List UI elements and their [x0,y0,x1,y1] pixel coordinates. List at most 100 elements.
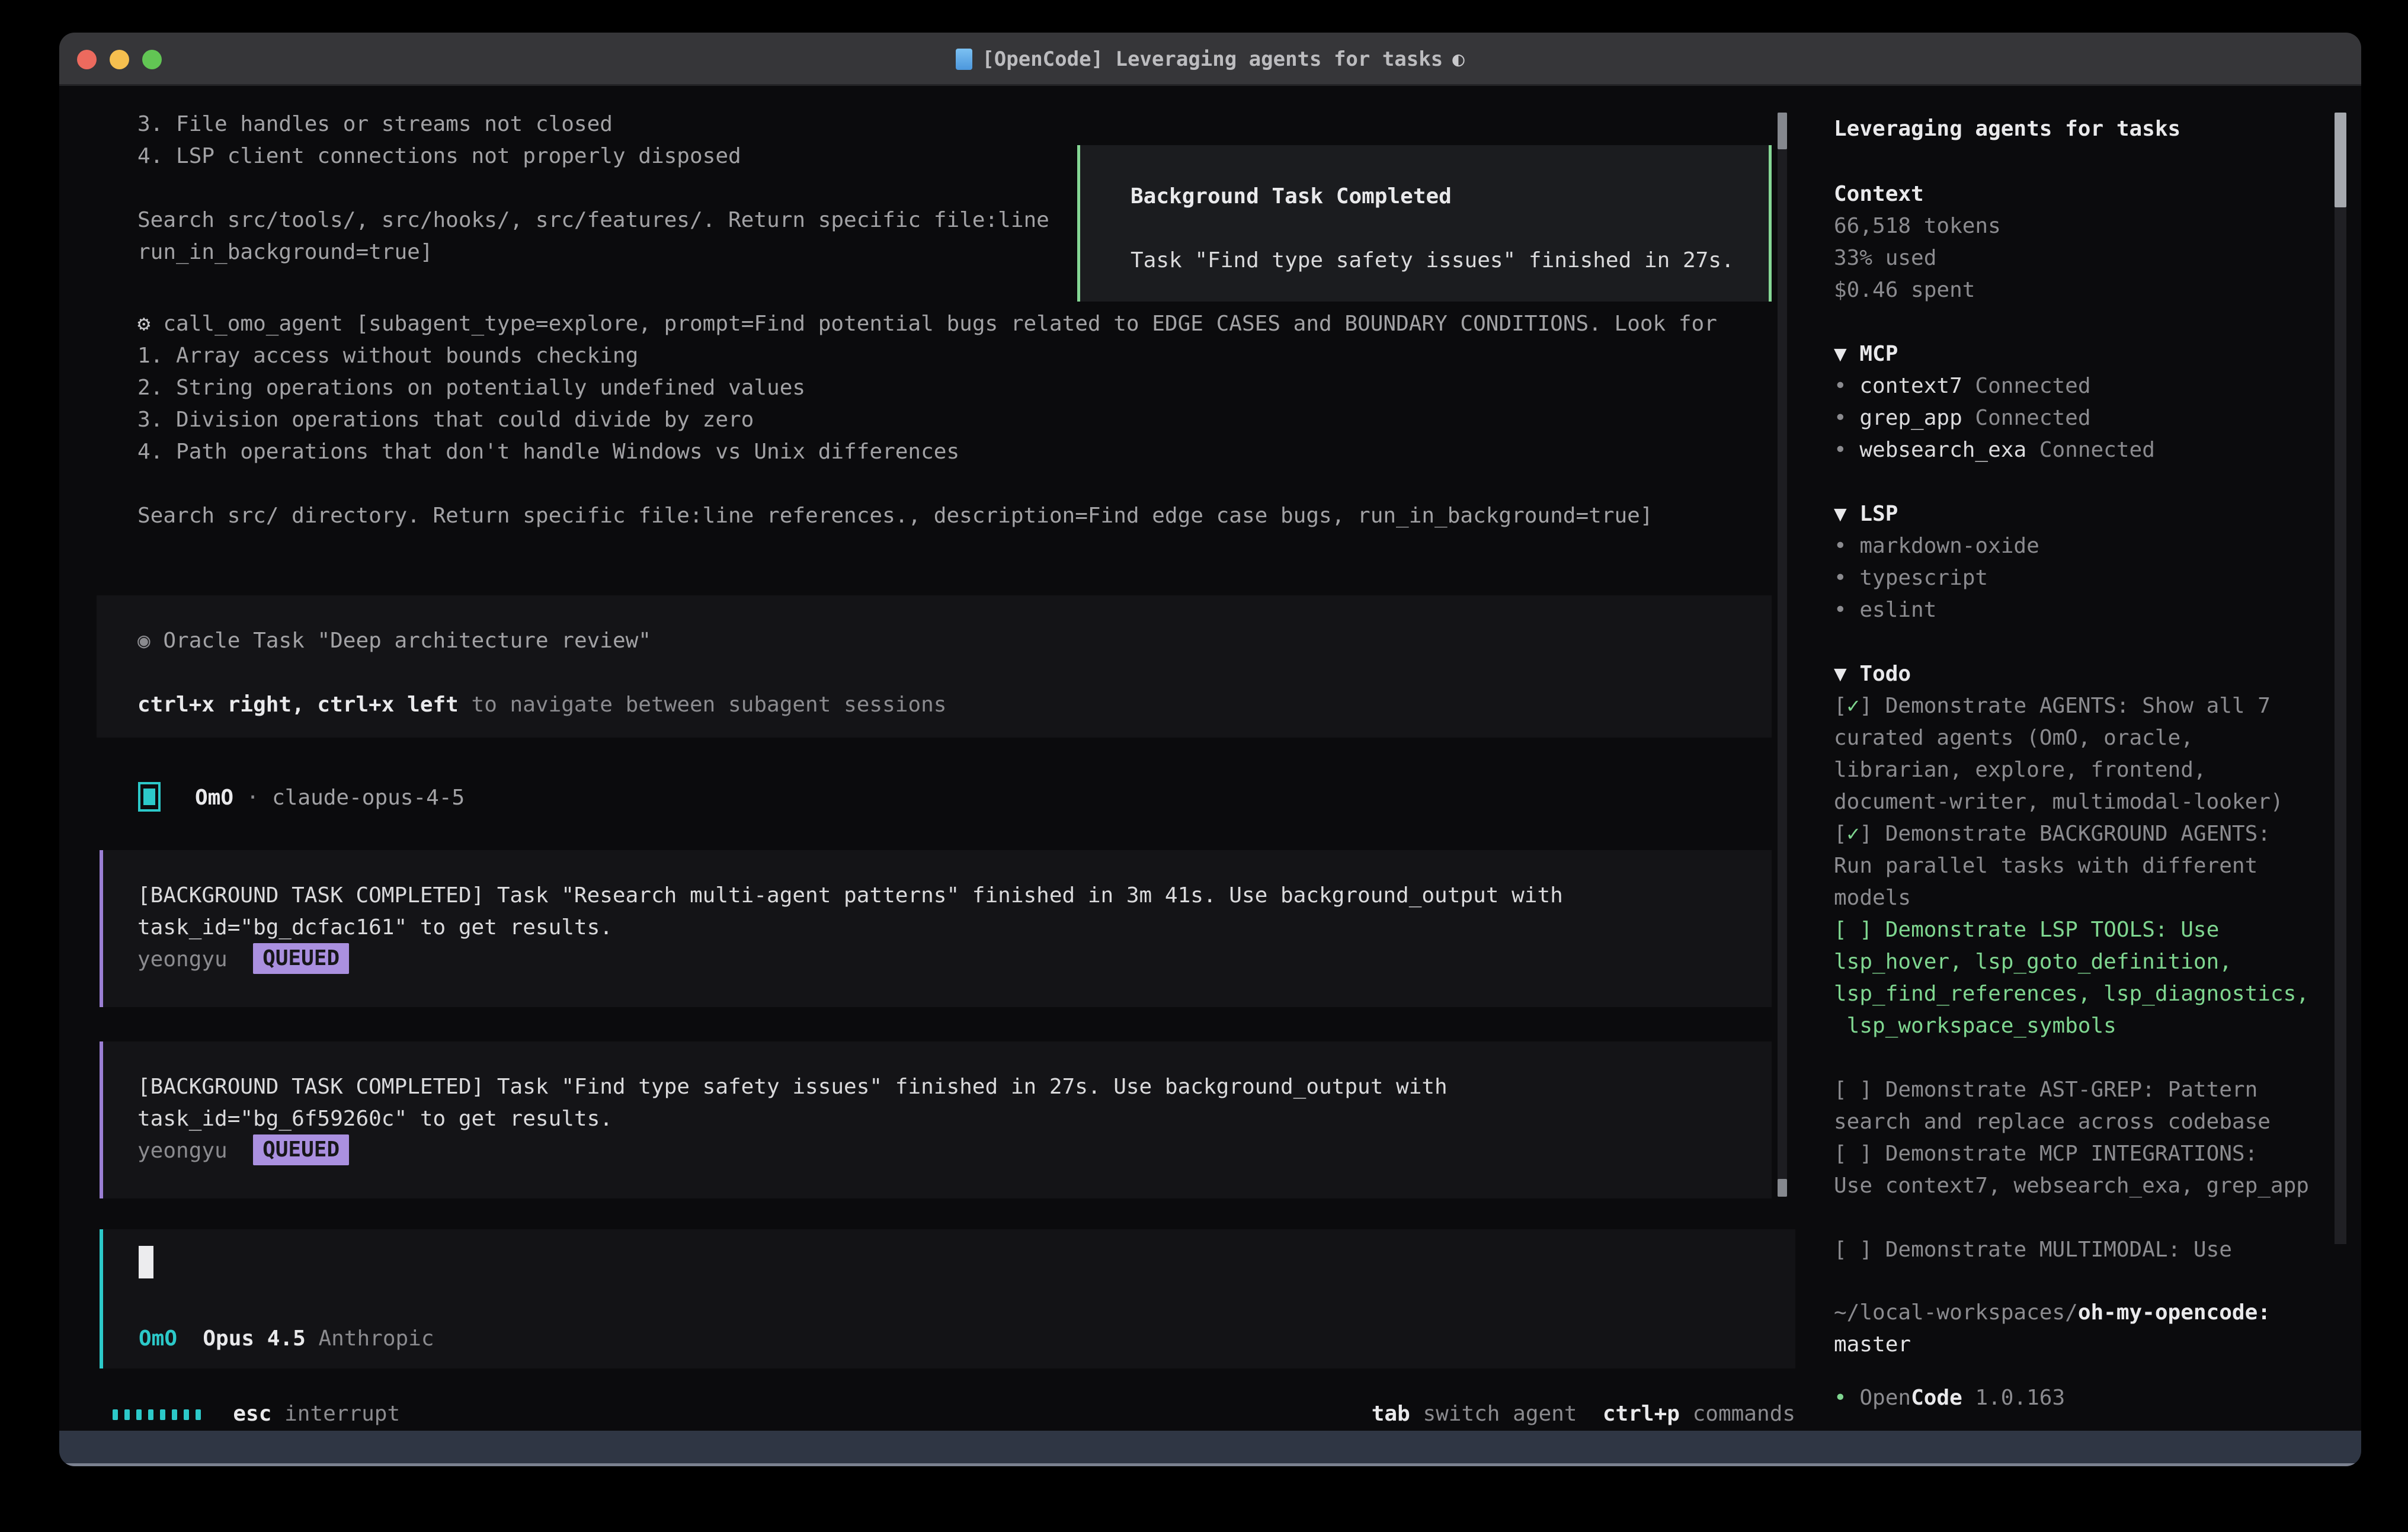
sidebar-scrollbar-thumb[interactable] [2335,113,2346,207]
esc-key-label: interrupt [271,1402,400,1426]
message-line: [BACKGROUND TASK COMPLETED] Task "Resear… [137,880,1772,912]
mcp-name: websearch_exa [1859,438,2026,462]
todo-item-line: [ ] Demonstrate LSP TOOLS: Use [1834,914,2309,946]
todo-item-line: [ ] Demonstrate AST-GREP: Pattern [1834,1074,2309,1106]
scrollback-line: 4. LSP client connections not properly d… [137,140,1049,172]
todo-text: Demonstrate MCP INTEGRATIONS: [1885,1142,2258,1166]
context-section: Context 66,518 tokens 33% used $0.46 spe… [1834,178,2001,306]
check-icon [1847,1142,1860,1166]
scrollback-line [137,172,1049,204]
context-tokens: 66,518 tokens [1834,210,2001,242]
scrollback-block: 3. File handles or streams not closed 4.… [137,108,1049,268]
record-icon: ◉ [137,629,150,653]
window-title: [OpenCode] Leveraging agents for tasks [982,47,1443,71]
checkbox-open: [ [1834,1142,1847,1166]
prompt-input[interactable]: OmO Opus 4.5 Anthropic [100,1229,1795,1368]
ctrlp-key-label: commands [1680,1402,1795,1426]
workspace-path: ~/local-workspaces/oh-my-opencode: [1834,1297,2271,1329]
status-left: esc interrupt [113,1398,400,1430]
mcp-item: • websearch_exa Connected [1834,434,2155,466]
todo-item-line: lsp_workspace_symbols [1834,1010,2309,1042]
mcp-status: Connected [1962,374,2091,398]
message-line: task_id="bg_dcfac161" to get results. [137,912,1772,944]
bullet-icon: • [1834,374,1859,398]
spacer-line [1834,1042,2309,1074]
version-line: • OpenCode 1.0.163 [1834,1382,2065,1414]
author-label: yeongyu [137,1139,228,1163]
message-meta-line: yeongyu QUEUED [137,944,1772,976]
toast-body: Task "Find type safety issues" finished … [1131,245,1734,277]
toast-notification[interactable]: Background Task Completed Task "Find typ… [1077,145,1772,302]
spinner-icon [113,1402,207,1426]
check-icon [1847,1238,1860,1262]
scrollback-line: 3. File handles or streams not closed [137,108,1049,140]
mcp-name: context7 [1859,374,1962,398]
agent-model: claude-opus-4-5 [272,786,465,810]
todo-heading[interactable]: ▼ Todo [1834,658,2309,690]
check-icon [1847,918,1860,942]
input-status-line: OmO Opus 4.5 Anthropic [139,1323,434,1355]
hint-text: to navigate between subagent sessions [459,693,947,717]
version-name-dim: Open [1859,1386,1911,1410]
oracle-hint-line: ctrl+x right, ctrl+x left to navigate be… [137,689,1772,721]
todo-text: Demonstrate BACKGROUND AGENTS: [1885,822,2271,846]
lsp-section: ▼ LSP • markdown-oxide • typescript • es… [1834,498,2039,626]
bullet-icon: • [1834,406,1859,430]
branch-label: master [1834,1329,2271,1361]
tab-key-label: switch agent [1410,1402,1577,1426]
version-name-bold: Code [1911,1386,1962,1410]
task-message-card: [BACKGROUND TASK COMPLETED] Task "Resear… [100,850,1772,1007]
todo-section: ▼ Todo [✓] Demonstrate AGENTS: Show all … [1834,658,2309,1266]
todo-item-line: [ ] Demonstrate MCP INTEGRATIONS: [1834,1138,2309,1170]
agent-name: OmO [195,786,233,810]
main-scrollbar-thumb[interactable] [1778,113,1787,149]
todo-item-line: lsp_find_references, lsp_diagnostics, [1834,978,2309,1010]
checkbox-close: ] [1859,694,1885,718]
tool-call-text: call_omo_agent [subagent_type=explore, p… [163,312,1717,336]
spacer-line [1834,1202,2309,1234]
todo-item-line: librarian, explore, frontend, [1834,754,2309,786]
bullet-icon: • [1834,1386,1859,1410]
workspace-path-prefix: ~/local-workspaces/ [1834,1300,2078,1325]
context-spent: $0.46 spent [1834,274,2001,306]
mcp-heading[interactable]: ▼ MCP [1834,338,2155,370]
tool-call-header: ⚙ call_omo_agent [subagent_type=explore,… [137,308,1717,340]
tool-call-line: 2. String operations on potentially unde… [137,372,1717,404]
todo-item-line: document-writer, multimodal-looker) [1834,786,2309,818]
todo-item-line: [✓] Demonstrate AGENTS: Show all 7 [1834,690,2309,722]
check-icon [1847,1078,1860,1102]
todo-text: Demonstrate LSP TOOLS: Use [1885,918,2220,942]
ctrlp-key-hint: ctrl+p [1577,1402,1680,1426]
checkbox-close: ] [1859,1078,1885,1102]
oracle-task-title-line: ◉ Oracle Task "Deep architecture review" [137,625,1772,657]
tool-call-line: 1. Array access without bounds checking [137,340,1717,372]
todo-item-line: lsp_hover, lsp_goto_definition, [1834,946,2309,978]
checkbox-open: [ [1834,1078,1847,1102]
sidebar-scrollbar[interactable] [2335,113,2346,1244]
tool-call-line: 3. Division operations that could divide… [137,404,1717,436]
context-heading: Context [1834,178,2001,210]
sidebar-title: Leveraging agents for tasks [1834,113,2180,145]
todo-item-line: Use context7, websearch_exa, grep_app [1834,1170,2309,1202]
oracle-task-card: ◉ Oracle Task "Deep architecture review"… [97,595,1772,738]
task-message-card: [BACKGROUND TASK COMPLETED] Task "Find t… [100,1041,1772,1198]
status-badge: QUEUED [253,1134,349,1165]
checkbox-open: [ [1834,694,1847,718]
checkbox-open: [ [1834,822,1847,846]
status-right: tab switch agent ctrl+p commands [1372,1398,1795,1430]
check-icon: ✓ [1847,822,1860,846]
lsp-heading[interactable]: ▼ LSP [1834,498,2039,530]
todo-item-line: [ ] Demonstrate MULTIMODAL: Use [1834,1234,2309,1266]
input-provider-label: Anthropic [306,1326,434,1351]
todo-item-line: models [1834,882,2309,914]
spacer-line [137,657,1772,689]
scrollback-line: Search src/tools/, src/hooks/, src/featu… [137,204,1049,236]
main-scrollbar-end[interactable] [1778,1179,1787,1197]
mcp-item: • context7 Connected [1834,370,2155,402]
input-model-label: Opus 4.5 [177,1326,306,1351]
window-title-row: [OpenCode] Leveraging agents for tasks ◐ [59,33,2361,86]
workspace-block: ~/local-workspaces/oh-my-opencode: maste… [1834,1297,2271,1361]
workspace-repo: oh-my-opencode: [2078,1300,2271,1325]
main-scrollbar[interactable] [1778,113,1787,1197]
todo-text: Demonstrate AST-GREP: Pattern [1885,1078,2258,1102]
